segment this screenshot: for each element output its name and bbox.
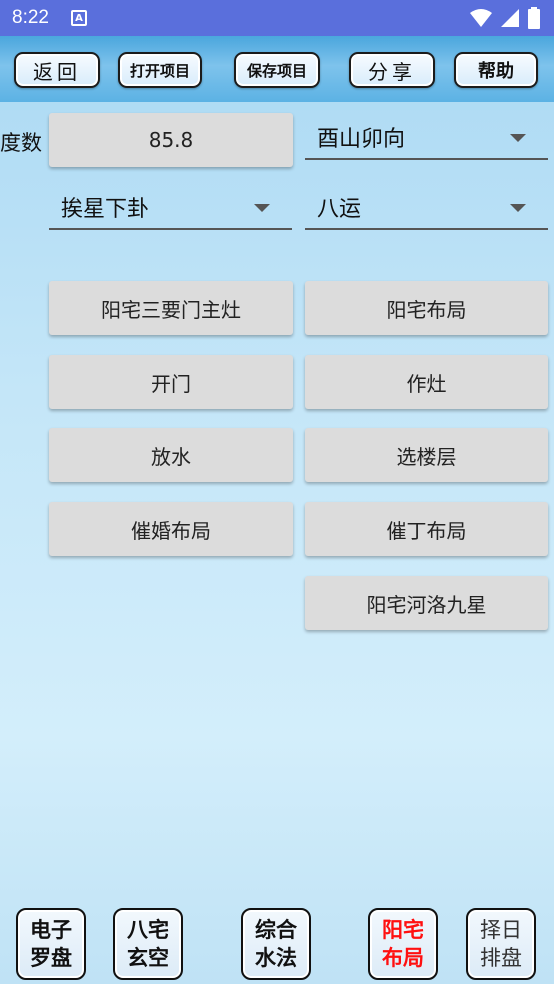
nav-label-line2: 玄空 — [127, 945, 169, 970]
chevron-down-icon — [510, 134, 526, 142]
degree-label: 度数 — [0, 131, 42, 155]
back-button[interactable]: 返回 — [14, 52, 100, 88]
floor-select-button[interactable]: 选楼层 — [305, 428, 548, 482]
status-time: 8:22 — [12, 7, 49, 28]
toolbar: 返回 打开项目 保存项目 分享 帮助 — [0, 36, 554, 102]
notification-icon: A — [70, 10, 87, 26]
open-door-button[interactable]: 开门 — [49, 355, 293, 409]
open-project-button[interactable]: 打开项目 — [118, 52, 202, 88]
heluo-nine-stars-button[interactable]: 阳宅河洛九星 — [305, 576, 548, 630]
battery-icon — [528, 7, 540, 29]
nav-yangzhai-layout[interactable]: 阳宅 布局 — [368, 908, 438, 980]
nav-label-line2: 水法 — [255, 945, 297, 970]
nav-label-line2: 排盘 — [480, 946, 522, 970]
nav-label-line1: 综合 — [255, 917, 297, 942]
nav-label-line2: 布局 — [382, 945, 424, 970]
star-method-dropdown[interactable]: 挨星下卦 — [49, 186, 292, 230]
wifi-icon — [470, 9, 492, 27]
nav-label-line1: 择日 — [480, 918, 522, 942]
star-method-selected: 挨星下卦 — [61, 197, 150, 222]
offspring-layout-button[interactable]: 催丁布局 — [305, 502, 548, 556]
nav-electronic-compass[interactable]: 电子 罗盘 — [16, 908, 86, 980]
direction-selected: 酉山卯向 — [317, 127, 406, 152]
yangzhai-three-essentials-button[interactable]: 阳宅三要门主灶 — [49, 281, 293, 335]
stove-button[interactable]: 作灶 — [305, 355, 548, 409]
direction-dropdown[interactable]: 酉山卯向 — [305, 116, 548, 160]
help-button[interactable]: 帮助 — [454, 52, 538, 88]
nav-label-line2: 罗盘 — [30, 945, 72, 970]
nav-date-selection[interactable]: 择日 排盘 — [466, 908, 536, 980]
chevron-down-icon — [254, 204, 270, 212]
nav-water-method[interactable]: 综合 水法 — [241, 908, 311, 980]
nav-bazhai-xuankong[interactable]: 八宅 玄空 — [113, 908, 183, 980]
period-dropdown[interactable]: 八运 — [305, 186, 548, 230]
chevron-down-icon — [510, 204, 526, 212]
period-selected: 八运 — [317, 197, 362, 222]
nav-label-line1: 阳宅 — [382, 917, 424, 942]
yangzhai-layout-button[interactable]: 阳宅布局 — [305, 281, 548, 335]
marriage-layout-button[interactable]: 催婚布局 — [49, 502, 293, 556]
water-release-button[interactable]: 放水 — [49, 428, 293, 482]
status-icons — [470, 7, 540, 29]
nav-label-line1: 八宅 — [127, 917, 169, 942]
share-button[interactable]: 分享 — [349, 52, 435, 88]
nav-label-line1: 电子 — [30, 917, 72, 942]
save-project-button[interactable]: 保存项目 — [234, 52, 320, 88]
degree-value-button[interactable]: 85.8 — [49, 113, 293, 167]
status-bar: 8:22 A — [0, 0, 554, 36]
signal-icon — [501, 9, 519, 27]
